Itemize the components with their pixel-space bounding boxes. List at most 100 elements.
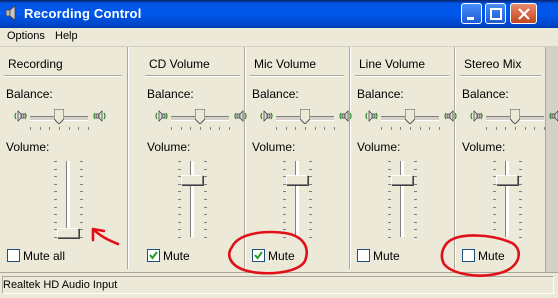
volume-tick: [283, 221, 286, 223]
volume-tick: [493, 168, 496, 170]
balance-tick: [88, 127, 89, 130]
volume-slider-thumb[interactable]: [496, 175, 518, 185]
volume-tick: [54, 206, 57, 208]
volume-tick: [80, 191, 83, 193]
volume-tick: [204, 199, 207, 200]
volume-tick: [178, 229, 181, 231]
menu-bar: Options Help: [0, 28, 558, 47]
volume-tick: [204, 161, 207, 162]
volume-tick: [80, 199, 83, 200]
mute-checkbox[interactable]: [252, 249, 265, 262]
mute-label[interactable]: Mute: [163, 249, 190, 263]
volume-tick: [80, 206, 83, 208]
volume-tick: [54, 214, 57, 216]
volume-tick: [519, 176, 522, 178]
balance-tick: [78, 127, 80, 130]
volume-tick: [519, 199, 522, 200]
balance-slider-thumb[interactable]: [53, 108, 65, 125]
volume-tick: [283, 214, 286, 216]
mute-label[interactable]: Mute all: [23, 249, 65, 263]
volume-tick: [519, 161, 522, 162]
speaker-left-icon: [468, 108, 484, 124]
volume-label: Volume:: [357, 140, 401, 154]
maximize-button[interactable]: [485, 3, 506, 24]
volume-tick: [414, 176, 417, 178]
volume-tick: [493, 214, 496, 216]
title-bar[interactable]: Recording Control: [0, 0, 558, 28]
volume-tick: [414, 229, 417, 231]
volume-tick: [204, 183, 207, 185]
volume-label: Volume:: [6, 140, 50, 154]
volume-label: Volume:: [252, 140, 296, 154]
mixer-panel: Mic Volume Balance: Volume: Mute: [246, 47, 352, 269]
volume-tick: [80, 168, 83, 170]
volume-tick: [178, 199, 181, 200]
mute-label[interactable]: Mute: [478, 249, 505, 263]
close-button[interactable]: [510, 3, 537, 24]
volume-tick: [414, 191, 417, 193]
balance-slider-thumb[interactable]: [509, 108, 521, 125]
volume-label: Volume:: [462, 140, 506, 154]
header-divider: [460, 75, 541, 77]
speaker-left-icon: [12, 108, 28, 124]
header-divider: [250, 75, 344, 77]
volume-tick: [519, 191, 522, 193]
volume-slider-thumb[interactable]: [57, 228, 79, 239]
volume-tick: [309, 214, 312, 216]
mixer-panel: Line Volume Balance: Volume: Mute: [351, 47, 457, 269]
volume-track: [295, 161, 299, 237]
balance-tick: [49, 127, 51, 130]
volume-tick: [283, 229, 286, 231]
balance-tick: [59, 127, 60, 130]
balance-tick: [39, 127, 41, 130]
volume-tick: [414, 183, 417, 185]
mute-checkbox[interactable]: [357, 249, 370, 262]
volume-tick: [204, 191, 207, 193]
balance-tick: [219, 127, 221, 130]
mute-checkbox[interactable]: [462, 249, 475, 262]
volume-tick: [204, 214, 207, 216]
volume-slider-thumb[interactable]: [391, 175, 413, 185]
menu-help[interactable]: Help: [55, 30, 78, 42]
menu-options[interactable]: Options: [7, 30, 45, 42]
balance-tick: [429, 127, 431, 130]
panel-separator: [127, 47, 129, 269]
volume-tick: [80, 214, 83, 216]
mute-checkbox[interactable]: [147, 249, 160, 262]
volume-tick: [493, 199, 496, 200]
volume-tick: [414, 199, 417, 200]
balance-slider-thumb[interactable]: [299, 108, 311, 125]
volume-tick: [309, 176, 312, 178]
balance-tick: [524, 127, 526, 130]
volume-tick: [309, 229, 312, 231]
volume-tick: [414, 221, 417, 223]
volume-tick: [54, 183, 57, 185]
volume-slider-thumb[interactable]: [181, 175, 203, 185]
mute-checkbox[interactable]: [7, 249, 20, 262]
volume-tick: [80, 161, 83, 162]
balance-slider-thumb[interactable]: [194, 108, 206, 125]
balance-label: Balance:: [357, 87, 404, 101]
volume-tick: [283, 191, 286, 193]
mute-label[interactable]: Mute: [373, 249, 400, 263]
volume-tick: [283, 237, 286, 238]
balance-tick: [305, 127, 306, 130]
mute-label[interactable]: Mute: [268, 249, 295, 263]
status-text: Realtek HD Audio Input: [3, 279, 118, 291]
volume-tick: [283, 168, 286, 170]
balance-tick: [495, 127, 497, 130]
volume-tick: [388, 221, 391, 223]
balance-tick: [419, 127, 421, 130]
minimize-button[interactable]: [461, 3, 482, 24]
balance-tick: [171, 127, 172, 130]
balance-tick: [276, 127, 277, 130]
volume-tick: [204, 176, 207, 178]
mixer-panel: CD Volume Balance: Volume: Mute: [141, 47, 247, 269]
volume-track: [190, 161, 194, 237]
balance-tick: [410, 127, 411, 130]
volume-tick: [283, 199, 286, 200]
balance-tick: [314, 127, 316, 130]
balance-slider-thumb[interactable]: [404, 108, 416, 125]
volume-tick: [309, 183, 312, 185]
volume-slider-thumb[interactable]: [286, 175, 308, 185]
